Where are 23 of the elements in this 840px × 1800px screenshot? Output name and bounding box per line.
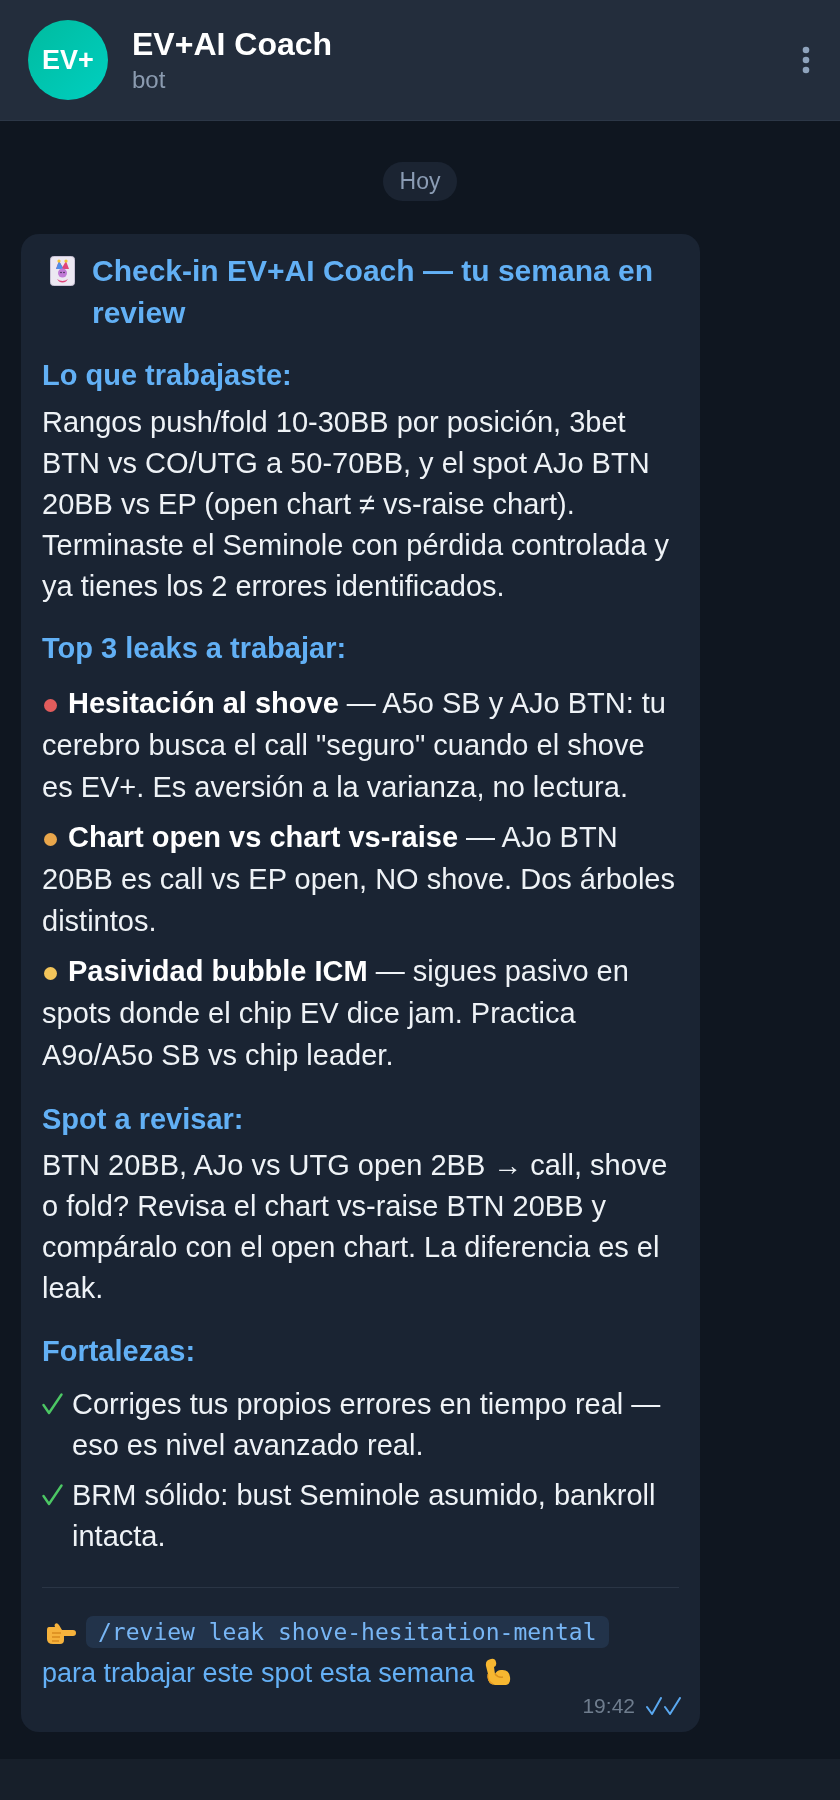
message-time: 19:42 [582, 1694, 635, 1718]
check-icon [42, 1484, 63, 1506]
leak-text: Pasividad bubble ICM — sigues pasivo en spots donde el chip EV dice jam. Practica A9o/A5o SB vs chip leader. [42, 955, 629, 1071]
check-icon [42, 1393, 63, 1415]
chat-title: EV+AI Coach [132, 25, 333, 63]
command-code[interactable]: /review leak shove-hesitation-mental [86, 1616, 609, 1648]
chat-subtitle: bot [132, 65, 167, 95]
section-text: BTN 20BB, AJo vs UTG open 2BB → call, shove o fold? Revisa el chart vs-raise BTN 20BB y compáralo con el open chart. La diferencia es el leak. [42, 1148, 669, 1306]
section-text: Rangos push/fold 10-30BB por posición, 3bet BTN vs CO/UTG a 50-70BB, y el spot AJo BTN 20BB vs EP (open chart ≠ vs-raise chart). Terminaste el Seminole con pérdida controlada y ya tienes los 2 errores identificados. [42, 405, 671, 604]
joker-card-icon [50, 256, 75, 286]
command-note: para trabajar este spot esta semana [42, 1657, 475, 1690]
strength-text: Corriges tus propios errores en tiempo real — eso es nivel avanzado real. [72, 1387, 662, 1463]
section-heading: Lo que trabajaste: [42, 358, 293, 393]
leak-text: Hesitación al shove — A5o SB y AJo BTN: tu cerebro busca el call "seguro" cuando el shove es EV+. Es aversión a la varianza, no lectura. [42, 687, 666, 803]
message-title: Check-in EV+AI Coach — tu semana en review [92, 253, 654, 331]
strength-text: BRM sólido: bust Seminole asumido, bankroll intacta. [72, 1478, 657, 1554]
more-options-icon[interactable] [802, 46, 810, 74]
section-heading: Fortalezas: [42, 1334, 197, 1369]
date-separator: Hoy [382, 162, 458, 201]
avatar: EV+ [28, 20, 108, 100]
leak-text: Chart open vs chart vs-raise — AJo BTN 20BB es call vs EP open, NO shove. Dos árboles distintos. [42, 821, 675, 937]
section-heading: Top 3 leaks a trabajar: [42, 631, 348, 666]
section-heading: Spot a revisar: [42, 1102, 245, 1137]
